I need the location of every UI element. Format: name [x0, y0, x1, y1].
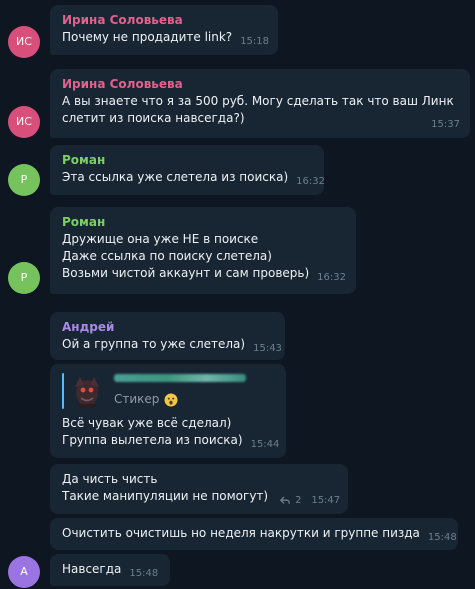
- reply-text: Стикер: [114, 374, 246, 408]
- message-time: 16:32: [296, 176, 325, 187]
- message-bubble-8[interactable]: Очистить очистишь но неделя накрутки и г…: [50, 518, 458, 550]
- message-bubble-4[interactable]: Роман Дружище она уже НЕ в поиске Даже с…: [50, 207, 356, 294]
- message-time: 15:48: [427, 532, 457, 543]
- avatar-roman[interactable]: Р: [8, 262, 40, 294]
- avatar-roman[interactable]: Р: [8, 164, 40, 196]
- message-bubble-5[interactable]: Андрей Ой а группа то уже слетела) 15:43: [50, 312, 285, 360]
- message-text-line: Дружище она уже НЕ в поиске: [62, 232, 259, 246]
- message-time: 15:44: [250, 439, 280, 450]
- avatar-andrey[interactable]: А: [8, 556, 40, 588]
- message-text-line: Группа вылетела из поиска) 15:44: [62, 432, 279, 450]
- reply-arrow-icon: [279, 496, 290, 504]
- sticker-thumbnail-icon: [75, 377, 99, 408]
- message-text-line: Всё чувак уже всё сделал): [62, 416, 232, 430]
- message-bubble-1[interactable]: Ирина Соловьева Почему не продадите link…: [50, 5, 278, 55]
- sender-name-irina[interactable]: Ирина Соловьева: [62, 12, 266, 28]
- reply-preview[interactable]: Стикер: [62, 373, 274, 409]
- message-bubble-2[interactable]: Ирина Соловьева А вы знаете что я за 500…: [50, 69, 470, 138]
- message-time: 15:48: [129, 568, 159, 579]
- avatar-irina[interactable]: ИС: [8, 26, 40, 58]
- message-text-line: А вы знаете что я за 500 руб. Могу сдела…: [62, 94, 454, 108]
- sender-name-roman[interactable]: Роман: [62, 214, 344, 230]
- message-bubble-7[interactable]: Да чисть чисть Такие манипуляции не помо…: [50, 464, 348, 514]
- replies-indicator[interactable]: 2: [279, 492, 302, 509]
- reply-label: Стикер: [114, 391, 246, 408]
- reply-count: 2: [295, 495, 302, 506]
- message-time: 16:32: [317, 272, 346, 283]
- avatar-irina[interactable]: ИС: [8, 106, 40, 138]
- message-text-line: Да чисть чисть: [62, 472, 158, 486]
- message-time: 15:18: [240, 36, 270, 47]
- message-text-line: Даже ссылка по поиску слетела): [62, 249, 272, 263]
- message-time: 15:43: [253, 343, 282, 354]
- message-time: 15:37: [431, 119, 460, 130]
- message-text: Ой а группа то уже слетела) 15:43: [62, 336, 282, 354]
- message-text-line: Возьми чистой аккаунт и сам проверь) 16:3…: [62, 265, 346, 283]
- message-time: 15:47: [311, 495, 341, 506]
- chat-messages-area[interactable]: ИС Ирина Соловьева Почему не продадите l…: [0, 0, 475, 589]
- message-bubble-9[interactable]: Навсегда 15:48: [50, 554, 170, 586]
- sender-name-roman[interactable]: Роман: [62, 152, 312, 168]
- reply-sender-name: [114, 374, 246, 382]
- message-text: Эта ссылка уже слетела из поиска) 16:32: [62, 169, 325, 187]
- reply-bar: [62, 373, 64, 409]
- sender-name-andrey[interactable]: Андрей: [62, 319, 273, 335]
- message-bubble-3[interactable]: Роман Эта ссылка уже слетела из поиска) 1…: [50, 145, 325, 195]
- message-text-line: слетит из поиска навсегда?): [62, 111, 245, 125]
- message-text: Очистить очистишь но неделя накрутки и г…: [62, 525, 457, 543]
- sender-name-irina[interactable]: Ирина Соловьева: [62, 76, 458, 92]
- message-text: Почему не продадите link? 15:18: [62, 29, 270, 47]
- message-bubble-6[interactable]: Стикер Всё чувак уже всё сделал) Группа …: [50, 364, 286, 458]
- message-text-line: Такие манипуляции не помогут) 2 15:47: [62, 488, 340, 509]
- message-text: Навсегда 15:48: [62, 561, 158, 579]
- astonished-face-icon: [164, 393, 178, 406]
